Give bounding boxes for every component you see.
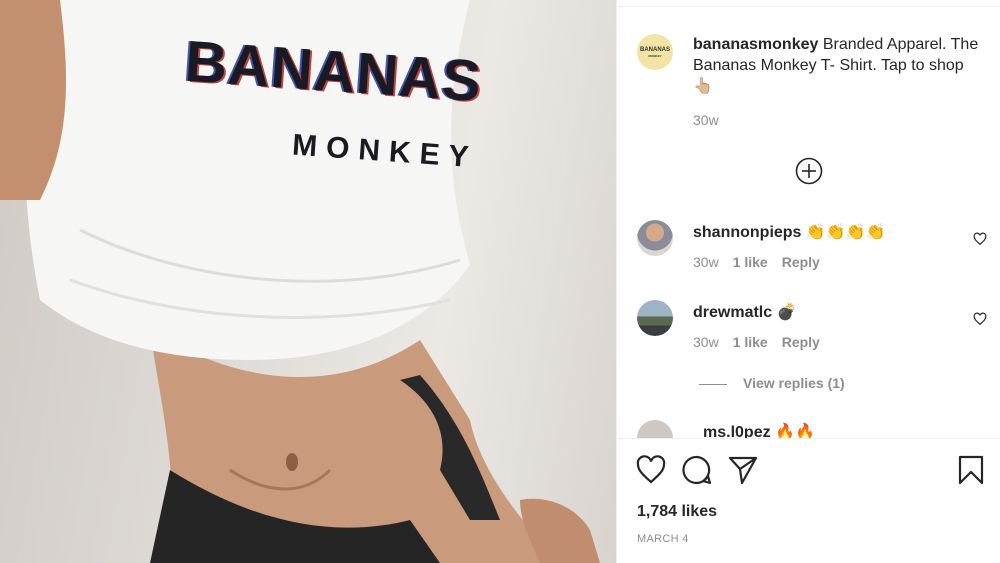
comment-username[interactable]: ms.l0pez	[703, 424, 771, 438]
comment-body: 💣	[772, 304, 797, 321]
caption-username[interactable]: bananasmonkey	[693, 36, 818, 53]
replies-dash	[699, 383, 727, 385]
comment-item: drewmatlc 💣 30w 1 like Reply	[637, 300, 987, 360]
post-date[interactable]: MARCH 4	[637, 533, 689, 545]
reply-button[interactable]: Reply	[782, 254, 820, 270]
comment-text: shannonpieps 👏👏👏👏	[693, 222, 886, 242]
comment-text: ms.l0pez 🔥🔥	[703, 422, 815, 438]
comment-meta: 30w 1 like Reply	[693, 334, 820, 350]
comment-text: drewmatlc 💣	[693, 302, 797, 322]
comment-username[interactable]: shannonpieps	[693, 224, 801, 241]
comment-likes[interactable]: 1 like	[733, 254, 768, 270]
comment-body: 🔥🔥	[770, 424, 815, 438]
post-image: BANANAS MONKEY	[0, 0, 616, 563]
comment-time[interactable]: 30w	[693, 254, 719, 270]
comment-like-heart-icon[interactable]	[973, 312, 987, 326]
likes-count[interactable]: 1,784 likes	[637, 503, 717, 521]
comment-like-heart-icon[interactable]	[973, 232, 987, 246]
add-comment-icon[interactable]	[795, 157, 823, 185]
post-side-panel: BANANAS MONKEY bananasmonkey Branded App…	[616, 0, 1000, 563]
share-icon[interactable]	[727, 454, 759, 486]
view-replies-label: View replies (1)	[743, 375, 845, 391]
comment-item: shannonpieps 👏👏👏👏 30w 1 like Reply	[637, 220, 987, 280]
reply-button[interactable]: Reply	[782, 334, 820, 350]
caption-time[interactable]: 30w	[693, 112, 719, 128]
ms-l0pez-avatar[interactable]	[637, 420, 673, 438]
comment-item: ms.l0pez 🔥🔥	[637, 420, 987, 438]
comment-username[interactable]: drewmatlc	[693, 304, 772, 321]
comment-icon[interactable]	[681, 454, 713, 486]
shannonpieps-avatar[interactable]	[637, 220, 673, 256]
drewmatlc-avatar[interactable]	[637, 300, 673, 336]
bookmark-icon[interactable]	[955, 454, 987, 486]
actions-divider	[617, 438, 1000, 439]
comment-likes[interactable]: 1 like	[733, 334, 768, 350]
view-replies-button[interactable]: View replies (1)	[699, 375, 845, 391]
bananasmonkey-avatar[interactable]: BANANAS MONKEY	[637, 34, 673, 70]
heart-icon[interactable]	[635, 454, 667, 486]
action-bar	[635, 454, 985, 486]
comment-meta: 30w 1 like Reply	[693, 254, 820, 270]
avatar-brand-subtext: MONKEY	[648, 53, 662, 58]
comment-time[interactable]: 30w	[693, 334, 719, 350]
avatar-brand-text: BANANAS	[640, 46, 670, 53]
comment-body: 👏👏👏👏	[801, 224, 886, 241]
top-divider	[617, 6, 1000, 7]
caption-text: bananasmonkey Branded Apparel. The Banan…	[693, 34, 983, 97]
